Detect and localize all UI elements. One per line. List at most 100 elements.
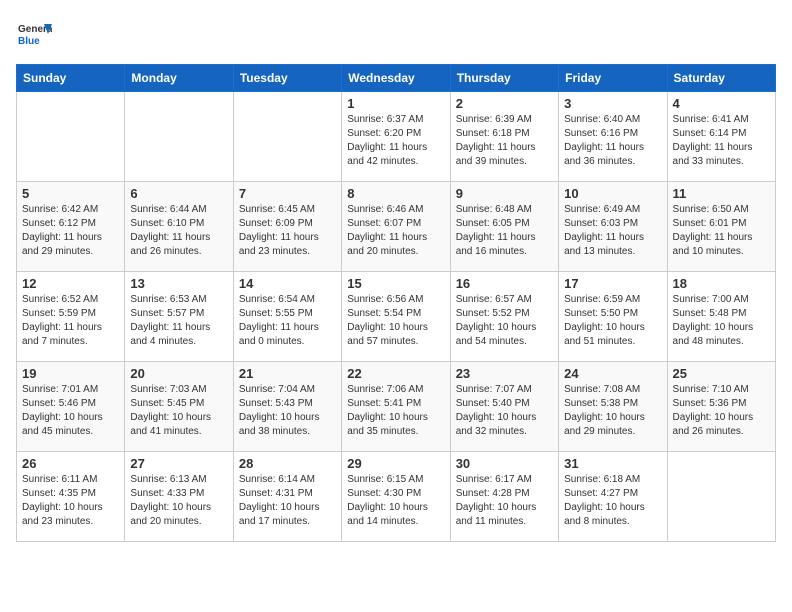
calendar-cell: 19 Sunrise: 7:01 AM Sunset: 5:46 PM Dayli…	[17, 362, 125, 452]
day-info: Sunrise: 6:40 AM Sunset: 6:16 PM Dayligh…	[564, 113, 661, 169]
calendar-cell: 18 Sunrise: 7:00 AM Sunset: 5:48 PM Dayli…	[667, 272, 775, 362]
calendar-cell: 12 Sunrise: 6:52 AM Sunset: 5:59 PM Dayli…	[17, 272, 125, 362]
day-number: 4	[673, 96, 770, 111]
day-number: 1	[347, 96, 444, 111]
day-info: Sunrise: 6:39 AM Sunset: 6:18 PM Dayligh…	[456, 113, 553, 169]
calendar-week-3: 12 Sunrise: 6:52 AM Sunset: 5:59 PM Dayli…	[17, 272, 776, 362]
logo-icon: General Blue	[16, 16, 52, 52]
calendar-cell: 17Sunrise: 6:59 AM Sunset: 5:50 PM Dayli…	[559, 272, 667, 362]
day-info: Sunrise: 6:52 AM Sunset: 5:59 PM Dayligh…	[22, 293, 119, 349]
day-info: Sunrise: 6:11 AM Sunset: 4:35 PM Dayligh…	[22, 473, 119, 529]
day-number: 20	[130, 366, 227, 381]
calendar-header-row: SundayMondayTuesdayWednesdayThursdayFrid…	[17, 65, 776, 92]
calendar-cell: 8 Sunrise: 6:46 AM Sunset: 6:07 PM Daylig…	[342, 182, 450, 272]
calendar-cell: 22 Sunrise: 7:06 AM Sunset: 5:41 PM Dayli…	[342, 362, 450, 452]
day-info: Sunrise: 6:44 AM Sunset: 6:10 PM Dayligh…	[130, 203, 227, 259]
day-info: Sunrise: 6:54 AM Sunset: 5:55 PM Dayligh…	[239, 293, 336, 349]
day-info: Sunrise: 6:53 AM Sunset: 5:57 PM Dayligh…	[130, 293, 227, 349]
day-number: 6	[130, 186, 227, 201]
day-info: Sunrise: 6:42 AM Sunset: 6:12 PM Dayligh…	[22, 203, 119, 259]
calendar-cell: 31Sunrise: 6:18 AM Sunset: 4:27 PM Dayli…	[559, 452, 667, 542]
day-info: Sunrise: 6:50 AM Sunset: 6:01 PM Dayligh…	[673, 203, 770, 259]
day-number: 29	[347, 456, 444, 471]
calendar-cell: 10 Sunrise: 6:49 AM Sunset: 6:03 PM Dayli…	[559, 182, 667, 272]
day-info: Sunrise: 7:07 AM Sunset: 5:40 PM Dayligh…	[456, 383, 553, 439]
day-number: 3	[564, 96, 661, 111]
calendar-cell: 27Sunrise: 6:13 AM Sunset: 4:33 PM Dayli…	[125, 452, 233, 542]
day-info: Sunrise: 7:03 AM Sunset: 5:45 PM Dayligh…	[130, 383, 227, 439]
calendar-cell: 6 Sunrise: 6:44 AM Sunset: 6:10 PM Daylig…	[125, 182, 233, 272]
day-number: 10	[564, 186, 661, 201]
day-number: 16	[456, 276, 553, 291]
day-number: 15	[347, 276, 444, 291]
calendar-cell: 23 Sunrise: 7:07 AM Sunset: 5:40 PM Dayli…	[450, 362, 558, 452]
day-number: 19	[22, 366, 119, 381]
calendar-week-5: 26 Sunrise: 6:11 AM Sunset: 4:35 PM Dayli…	[17, 452, 776, 542]
calendar-week-1: 1 Sunrise: 6:37 AM Sunset: 6:20 PM Daylig…	[17, 92, 776, 182]
svg-text:Blue: Blue	[18, 36, 40, 47]
column-header-thursday: Thursday	[450, 65, 558, 92]
day-info: Sunrise: 6:45 AM Sunset: 6:09 PM Dayligh…	[239, 203, 336, 259]
page-header: General Blue	[16, 16, 776, 52]
day-info: Sunrise: 6:56 AM Sunset: 5:54 PM Dayligh…	[347, 293, 444, 349]
day-number: 24	[564, 366, 661, 381]
calendar-cell: 29 Sunrise: 6:15 AM Sunset: 4:30 PM Dayli…	[342, 452, 450, 542]
day-info: Sunrise: 6:49 AM Sunset: 6:03 PM Dayligh…	[564, 203, 661, 259]
calendar-cell: 28 Sunrise: 6:14 AM Sunset: 4:31 PM Dayli…	[233, 452, 341, 542]
day-info: Sunrise: 6:15 AM Sunset: 4:30 PM Dayligh…	[347, 473, 444, 529]
day-number: 18	[673, 276, 770, 291]
column-header-saturday: Saturday	[667, 65, 775, 92]
calendar-cell: 7 Sunrise: 6:45 AM Sunset: 6:09 PM Daylig…	[233, 182, 341, 272]
day-info: Sunrise: 6:18 AM Sunset: 4:27 PM Dayligh…	[564, 473, 661, 529]
day-info: Sunrise: 6:57 AM Sunset: 5:52 PM Dayligh…	[456, 293, 553, 349]
day-number: 23	[456, 366, 553, 381]
calendar-cell: 14 Sunrise: 6:54 AM Sunset: 5:55 PM Dayli…	[233, 272, 341, 362]
day-number: 14	[239, 276, 336, 291]
day-info: Sunrise: 7:10 AM Sunset: 5:36 PM Dayligh…	[673, 383, 770, 439]
column-header-wednesday: Wednesday	[342, 65, 450, 92]
day-info: Sunrise: 6:17 AM Sunset: 4:28 PM Dayligh…	[456, 473, 553, 529]
day-number: 5	[22, 186, 119, 201]
calendar-cell	[233, 92, 341, 182]
column-header-sunday: Sunday	[17, 65, 125, 92]
calendar-cell: 11Sunrise: 6:50 AM Sunset: 6:01 PM Dayli…	[667, 182, 775, 272]
day-number: 12	[22, 276, 119, 291]
day-info: Sunrise: 6:41 AM Sunset: 6:14 PM Dayligh…	[673, 113, 770, 169]
calendar-cell: 16 Sunrise: 6:57 AM Sunset: 5:52 PM Dayli…	[450, 272, 558, 362]
calendar-cell: 30 Sunrise: 6:17 AM Sunset: 4:28 PM Dayli…	[450, 452, 558, 542]
column-header-monday: Monday	[125, 65, 233, 92]
day-info: Sunrise: 7:06 AM Sunset: 5:41 PM Dayligh…	[347, 383, 444, 439]
day-number: 26	[22, 456, 119, 471]
calendar-week-2: 5 Sunrise: 6:42 AM Sunset: 6:12 PM Daylig…	[17, 182, 776, 272]
calendar-cell: 1 Sunrise: 6:37 AM Sunset: 6:20 PM Daylig…	[342, 92, 450, 182]
calendar-cell: 24 Sunrise: 7:08 AM Sunset: 5:38 PM Dayli…	[559, 362, 667, 452]
column-header-tuesday: Tuesday	[233, 65, 341, 92]
day-number: 8	[347, 186, 444, 201]
column-header-friday: Friday	[559, 65, 667, 92]
calendar-cell: 9 Sunrise: 6:48 AM Sunset: 6:05 PM Daylig…	[450, 182, 558, 272]
day-info: Sunrise: 6:14 AM Sunset: 4:31 PM Dayligh…	[239, 473, 336, 529]
day-number: 7	[239, 186, 336, 201]
day-info: Sunrise: 6:48 AM Sunset: 6:05 PM Dayligh…	[456, 203, 553, 259]
calendar-week-4: 19 Sunrise: 7:01 AM Sunset: 5:46 PM Dayli…	[17, 362, 776, 452]
day-number: 30	[456, 456, 553, 471]
day-info: Sunrise: 6:46 AM Sunset: 6:07 PM Dayligh…	[347, 203, 444, 259]
calendar-cell: 13Sunrise: 6:53 AM Sunset: 5:57 PM Dayli…	[125, 272, 233, 362]
day-info: Sunrise: 7:04 AM Sunset: 5:43 PM Dayligh…	[239, 383, 336, 439]
calendar-cell	[125, 92, 233, 182]
calendar-cell: 20 Sunrise: 7:03 AM Sunset: 5:45 PM Dayli…	[125, 362, 233, 452]
day-number: 25	[673, 366, 770, 381]
day-number: 28	[239, 456, 336, 471]
calendar-cell: 15 Sunrise: 6:56 AM Sunset: 5:54 PM Dayli…	[342, 272, 450, 362]
day-info: Sunrise: 6:37 AM Sunset: 6:20 PM Dayligh…	[347, 113, 444, 169]
day-info: Sunrise: 7:00 AM Sunset: 5:48 PM Dayligh…	[673, 293, 770, 349]
calendar-cell: 3 Sunrise: 6:40 AM Sunset: 6:16 PM Daylig…	[559, 92, 667, 182]
day-number: 22	[347, 366, 444, 381]
calendar-table: SundayMondayTuesdayWednesdayThursdayFrid…	[16, 64, 776, 542]
day-number: 27	[130, 456, 227, 471]
day-number: 21	[239, 366, 336, 381]
day-number: 9	[456, 186, 553, 201]
calendar-cell	[17, 92, 125, 182]
day-info: Sunrise: 7:01 AM Sunset: 5:46 PM Dayligh…	[22, 383, 119, 439]
day-info: Sunrise: 7:08 AM Sunset: 5:38 PM Dayligh…	[564, 383, 661, 439]
